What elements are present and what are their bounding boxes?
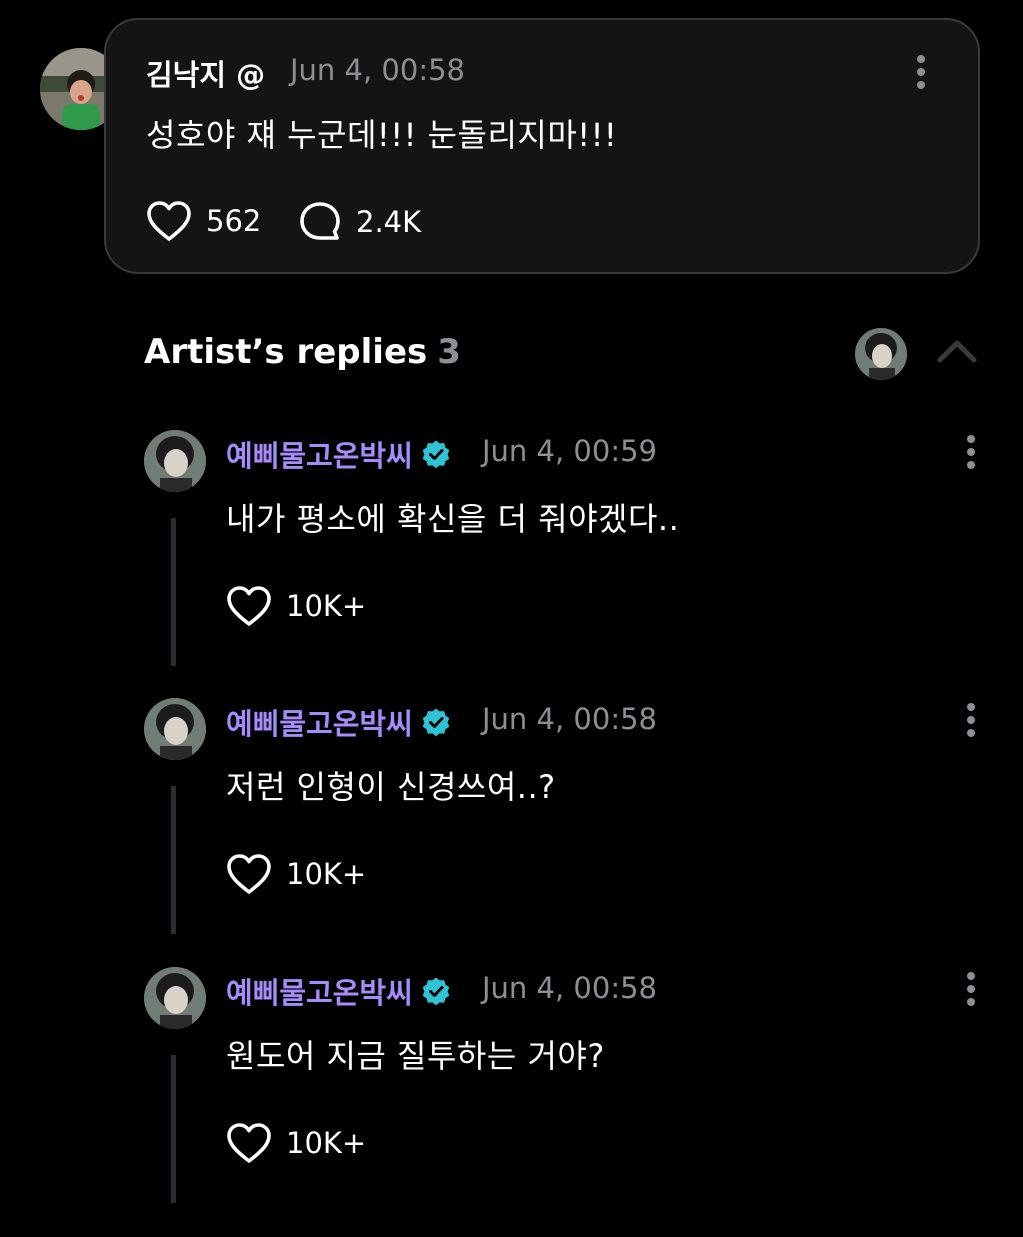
artist-photo bbox=[144, 430, 206, 492]
reply-avatar[interactable] bbox=[144, 967, 206, 1029]
verified-badge-icon bbox=[422, 440, 450, 469]
thread-line bbox=[171, 518, 176, 666]
heart-icon bbox=[227, 854, 271, 894]
post-like-count: 562 bbox=[206, 204, 262, 238]
post-comment-button[interactable]: 2.4K bbox=[298, 200, 421, 244]
reply-avatar[interactable] bbox=[144, 698, 206, 760]
reply-author-name: 예삐물고온박씨 bbox=[226, 707, 413, 741]
reply-author[interactable]: 예삐물고온박씨 bbox=[226, 970, 451, 1012]
artist-replies-title: Artist’s replies bbox=[144, 332, 428, 372]
thread-line bbox=[171, 786, 176, 934]
reply-like-count: 10K+ bbox=[286, 589, 367, 623]
heart-icon bbox=[227, 1123, 271, 1163]
reply-avatar[interactable] bbox=[144, 430, 206, 492]
reply-text: 원도어 지금 질투하는 거야? bbox=[226, 1037, 605, 1075]
more-vertical-icon[interactable] bbox=[966, 702, 976, 738]
heart-icon bbox=[147, 201, 191, 241]
reply-timestamp: Jun 4, 00:58 bbox=[482, 971, 657, 1005]
verified-badge-icon bbox=[422, 708, 450, 737]
heart-icon bbox=[227, 586, 271, 626]
original-post-card[interactable]: 김낙지 @ Jun 4, 00:58 성호야 쟤 누군데!!! 눈돌리지마!!!… bbox=[104, 18, 980, 274]
artist-photo bbox=[855, 328, 907, 380]
artist-replies-heading: Artist’s replies 3 bbox=[144, 332, 461, 372]
artist-reply[interactable]: 예삐물고온박씨 Jun 4, 00:58 원도어 지금 질투하는 거야? 10K… bbox=[0, 967, 1023, 1237]
chevron-up-icon[interactable] bbox=[936, 336, 978, 366]
reply-like-button[interactable]: 10K+ bbox=[226, 853, 366, 895]
reply-author[interactable]: 예삐물고온박씨 bbox=[226, 433, 451, 475]
artist-avatar[interactable] bbox=[855, 328, 907, 380]
reply-timestamp: Jun 4, 00:58 bbox=[482, 702, 657, 736]
artist-photo bbox=[144, 698, 206, 760]
reply-author[interactable]: 예삐물고온박씨 bbox=[226, 701, 451, 743]
verified-badge-icon bbox=[422, 977, 450, 1006]
artist-reply[interactable]: 예삐물고온박씨 Jun 4, 00:58 저런 인형이 신경쓰여..? 10K+ bbox=[0, 698, 1023, 968]
post-text: 성호야 쟤 누군데!!! 눈돌리지마!!! bbox=[146, 116, 618, 154]
reply-author-name: 예삐물고온박씨 bbox=[226, 439, 413, 473]
more-vertical-icon[interactable] bbox=[966, 434, 976, 470]
post-comment-count: 2.4K bbox=[356, 205, 422, 239]
artist-reply[interactable]: 예삐물고온박씨 Jun 4, 00:59 내가 평소에 확신을 더 줘야겠다..… bbox=[0, 430, 1023, 700]
comment-bubble-icon bbox=[300, 202, 340, 240]
thread-line bbox=[171, 1055, 176, 1203]
post-timestamp: Jun 4, 00:58 bbox=[290, 53, 465, 87]
reply-like-count: 10K+ bbox=[286, 1126, 367, 1160]
artist-replies-count: 3 bbox=[437, 332, 461, 372]
reply-timestamp: Jun 4, 00:59 bbox=[482, 434, 657, 468]
reply-like-button[interactable]: 10K+ bbox=[226, 585, 366, 627]
reply-text: 저런 인형이 신경쓰여..? bbox=[226, 768, 556, 806]
reply-text: 내가 평소에 확신을 더 줘야겠다.. bbox=[226, 500, 680, 538]
post-author-name[interactable]: 김낙지 @ bbox=[146, 52, 265, 94]
reply-author-name: 예삐물고온박씨 bbox=[226, 976, 413, 1010]
more-vertical-icon[interactable] bbox=[916, 54, 926, 90]
more-vertical-icon[interactable] bbox=[966, 971, 976, 1007]
reply-like-count: 10K+ bbox=[286, 857, 367, 891]
reply-like-button[interactable]: 10K+ bbox=[226, 1122, 366, 1164]
post-like-button[interactable]: 562 bbox=[146, 200, 261, 242]
artist-photo bbox=[144, 967, 206, 1029]
